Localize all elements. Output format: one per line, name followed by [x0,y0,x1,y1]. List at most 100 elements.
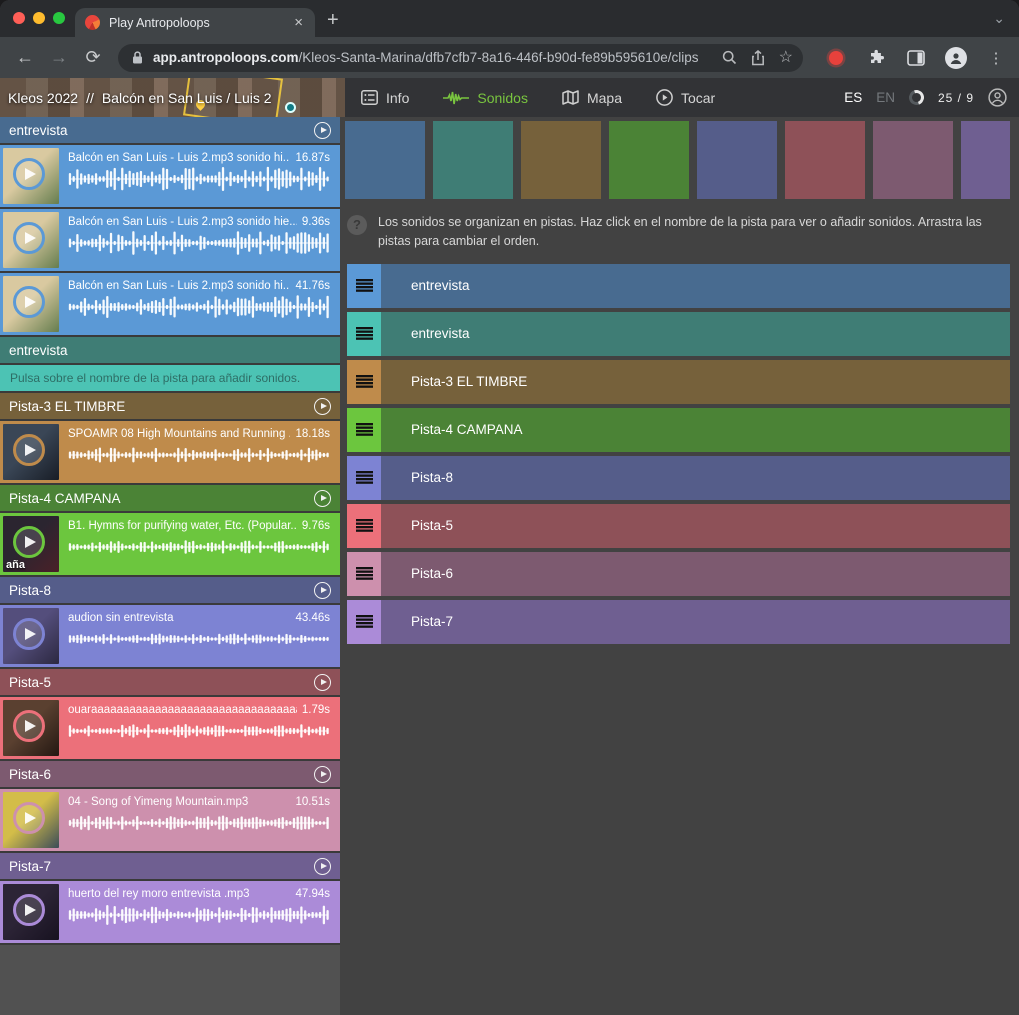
sidebar-track-section: Pista-3 EL TIMBRE SPOAMR 08 High Mountai… [0,393,340,485]
nav-tocar[interactable]: Tocar [656,89,715,106]
track-color-swatch [433,121,513,199]
extensions-puzzle-icon[interactable] [863,49,889,66]
drag-handle[interactable] [347,360,381,404]
drag-handle[interactable] [347,552,381,596]
audio-clip[interactable]: audion sin entrevista 43.46s [0,605,340,667]
back-button[interactable]: ← [10,47,40,68]
track-section-header[interactable]: Pista-3 EL TIMBRE [0,393,340,419]
tab-close-icon[interactable]: × [292,14,305,31]
macos-zoom-button[interactable] [53,12,65,24]
track-section-header[interactable]: Pista-6 [0,761,340,787]
audio-clip[interactable]: 04 - Song of Yimeng Mountain.mp3 10.51s [0,789,340,851]
clip-play-icon[interactable] [13,434,45,466]
track-color-swatch [345,121,425,199]
clip-waveform [68,294,330,332]
drag-handle[interactable] [347,408,381,452]
drag-handle[interactable] [347,600,381,644]
bookmark-star-icon[interactable]: ☆ [779,50,793,66]
tracks-main: ? Los sonidos se organizan en pistas. Ha… [340,117,1019,1015]
clip-body: SPOAMR 08 High Mountains and Running ...… [59,424,337,480]
macos-minimize-button[interactable] [33,12,45,24]
clip-duration: 1.79s [302,704,330,716]
audio-clip[interactable]: huerto del rey moro entrevista .mp3 47.9… [0,881,340,943]
clip-title: ouaraaaaaaaaaaaaaaaaaaaaaaaaaaaaaaaaaa..… [68,704,297,716]
track-play-button[interactable] [314,122,331,139]
track-color-swatch [785,121,865,199]
info-list-icon [361,90,378,105]
clip-duration: 43.46s [295,612,330,624]
nav-info[interactable]: Info [361,90,409,106]
tab-search-chevron-icon[interactable]: ⌄ [993,10,1005,27]
clip-body: Balcón en San Luis - Luis 2.mp3 sonido h… [59,212,337,268]
audio-clip[interactable]: aña B1. Hymns for purifying water, Etc. … [0,513,340,575]
clip-play-icon[interactable] [13,802,45,834]
clip-play-icon[interactable] [13,618,45,650]
reload-button[interactable]: ⟳ [78,47,108,68]
track-play-button[interactable] [314,674,331,691]
recording-indicator-icon[interactable] [823,51,849,65]
clip-play-icon[interactable] [13,158,45,190]
clip-duration: 9.36s [302,216,330,228]
lock-icon [132,51,143,64]
clip-play-icon[interactable] [13,710,45,742]
audio-clip[interactable]: SPOAMR 08 High Mountains and Running ...… [0,421,340,483]
share-icon[interactable] [751,50,765,66]
lang-es-button[interactable]: ES [844,90,862,105]
clip-waveform [68,902,330,940]
clip-body: audion sin entrevista 43.46s [59,608,337,664]
track-section-header[interactable]: entrevista [0,337,340,363]
track-row-name[interactable]: Pista-5 [381,504,1010,548]
audio-clip[interactable]: ouaraaaaaaaaaaaaaaaaaaaaaaaaaaaaaaaaaa..… [0,697,340,759]
new-tab-button[interactable]: + [327,9,339,32]
clip-play-icon[interactable] [13,526,45,558]
drag-handle[interactable] [347,456,381,500]
track-section-name: Pista-6 [9,767,51,782]
side-panel-icon[interactable] [903,50,929,66]
clip-play-icon[interactable] [13,286,45,318]
track-row-label: entrevista [411,326,470,341]
track-section-name: entrevista [9,123,68,138]
browser-menu-icon[interactable]: ⋮ [983,49,1009,67]
track-row-name[interactable]: Pista-4 CAMPANA [381,408,1010,452]
address-bar[interactable]: app.antropoloops.com/Kleos-Santa-Marina/… [118,44,803,72]
track-play-button[interactable] [314,582,331,599]
profile-avatar[interactable] [943,47,969,69]
browser-tab[interactable]: Play Antropoloops × [75,8,315,37]
track-play-button[interactable] [314,490,331,507]
clip-play-icon[interactable] [13,894,45,926]
drag-handle[interactable] [347,264,381,308]
audio-clip[interactable]: Balcón en San Luis - Luis 2.mp3 sonido h… [0,145,340,207]
track-row-name[interactable]: Pista-6 [381,552,1010,596]
track-section-header[interactable]: Pista-7 [0,853,340,879]
track-section-header[interactable]: Pista-8 [0,577,340,603]
track-play-button[interactable] [314,766,331,783]
track-row-name[interactable]: Pista-7 [381,600,1010,644]
zoom-icon[interactable] [722,50,737,65]
macos-close-button[interactable] [13,12,25,24]
track-row-name[interactable]: entrevista [381,312,1010,356]
play-triangle-icon [321,127,327,133]
track-color-swatch [697,121,777,199]
drag-handle[interactable] [347,312,381,356]
account-icon[interactable] [988,88,1007,107]
audio-clip[interactable]: Balcón en San Luis - Luis 2.mp3 sonido h… [0,273,340,335]
drag-handle[interactable] [347,504,381,548]
track-play-button[interactable] [314,858,331,875]
track-row-label: Pista-6 [411,566,453,581]
forward-button[interactable]: → [44,47,74,68]
clip-play-icon[interactable] [13,222,45,254]
track-row-name[interactable]: Pista-8 [381,456,1010,500]
lang-en-button[interactable]: EN [876,90,895,105]
track-play-button[interactable] [314,398,331,415]
track-section-header[interactable]: Pista-5 [0,669,340,695]
audio-clip[interactable]: Balcón en San Luis - Luis 2.mp3 sonido h… [0,209,340,271]
track-section-header[interactable]: Pista-4 CAMPANA [0,485,340,511]
nav-sonidos[interactable]: Sonidos [443,90,528,106]
play-triangle-icon [321,587,327,593]
track-row-name[interactable]: Pista-3 EL TIMBRE [381,360,1010,404]
map-thumbnail[interactable]: Kleos 2022 // Balcón en San Luis / Luis … [0,78,345,117]
track-row-name[interactable]: entrevista [381,264,1010,308]
track-section-header[interactable]: entrevista [0,117,340,143]
nav-mapa[interactable]: Mapa [562,90,622,106]
clip-body: ouaraaaaaaaaaaaaaaaaaaaaaaaaaaaaaaaaaa..… [59,700,337,756]
